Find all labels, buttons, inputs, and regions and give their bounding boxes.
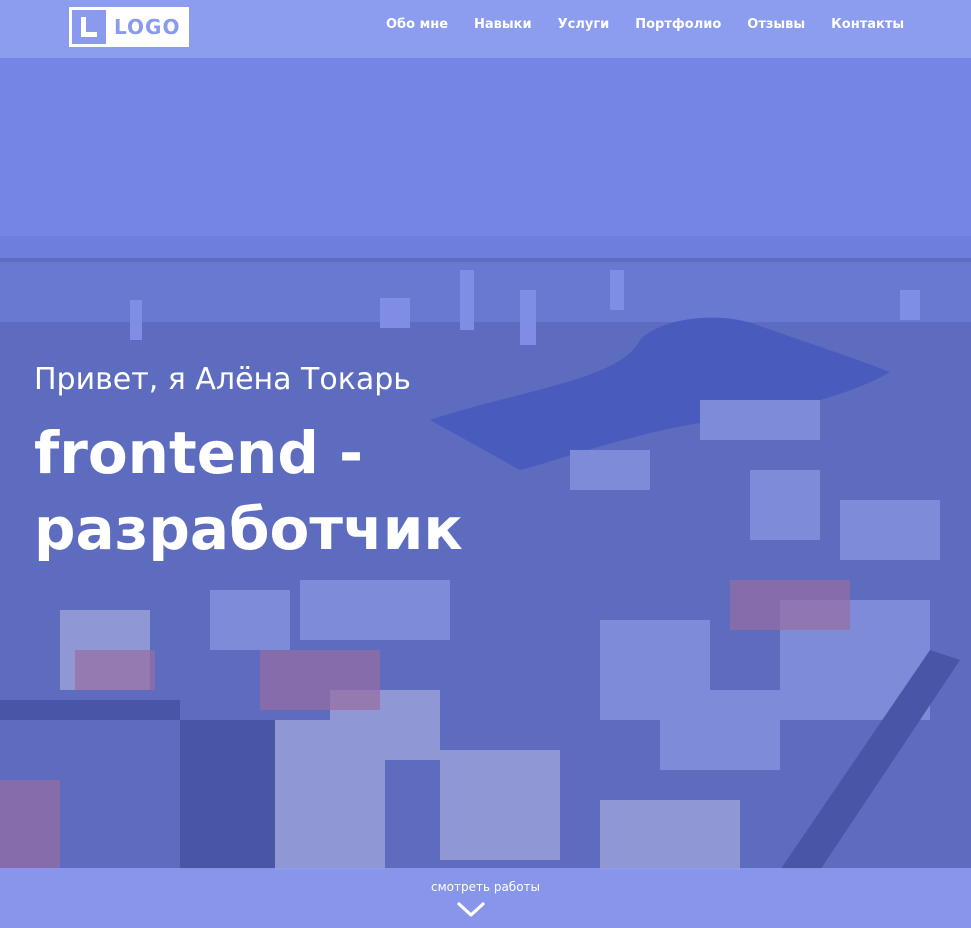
scroll-cta-bar: смотреть работы (0, 868, 971, 928)
nav-item-portfolio[interactable]: Портфолио (635, 17, 721, 32)
hero-headline: frontend - разработчик (34, 419, 463, 563)
nav-item-about[interactable]: Обо мне (386, 17, 448, 32)
hero-greeting: Привет, я Алёна Токарь (34, 362, 411, 397)
chevron-down-icon[interactable] (457, 902, 485, 918)
logo-text: LOGO (114, 15, 181, 39)
nav-item-skills[interactable]: Навыки (474, 17, 532, 32)
nav-item-reviews[interactable]: Отзывы (747, 17, 805, 32)
see-works-link[interactable]: смотреть работы (0, 880, 971, 894)
nav-item-services[interactable]: Услуги (558, 17, 610, 32)
logo[interactable]: LOGO (69, 7, 189, 47)
site-header: LOGO Обо мне Навыки Услуги Портфолио Отз… (0, 0, 971, 58)
nav-item-contacts[interactable]: Контакты (831, 17, 904, 32)
main-nav: Обо мне Навыки Услуги Портфолио Отзывы К… (386, 17, 904, 32)
logo-mark-icon (72, 10, 106, 44)
